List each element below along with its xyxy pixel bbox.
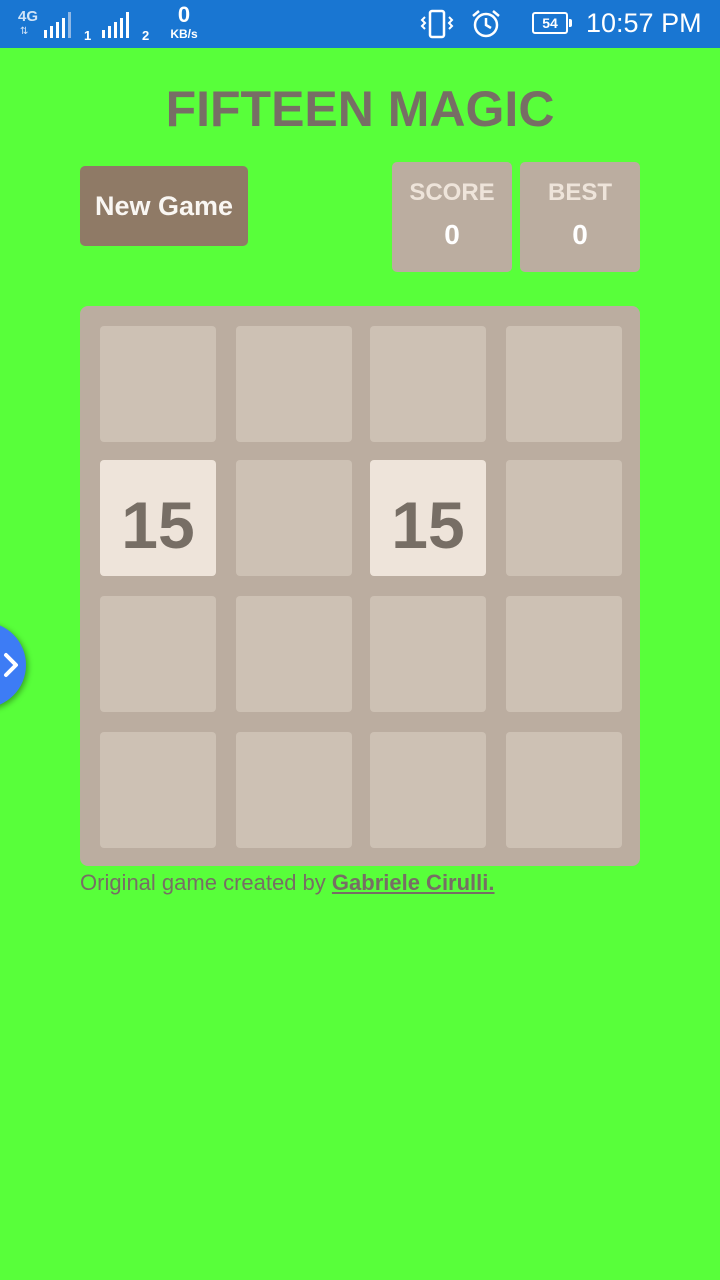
score-box: SCORE 0 (392, 162, 512, 272)
board-cell (506, 326, 622, 442)
author-link[interactable]: Gabriele Cirulli. (332, 870, 495, 895)
board-cell (370, 732, 486, 848)
best-label: BEST (547, 179, 612, 206)
board-cell (506, 460, 622, 576)
speed-unit: KB/s (170, 27, 198, 41)
tile-15: 15 (370, 460, 486, 576)
game-board[interactable]: 15 15 (80, 306, 640, 866)
new-game-button[interactable]: New Game (80, 166, 248, 246)
credit-prefix: Original game created by (80, 870, 332, 895)
best-value: 0 (572, 219, 588, 250)
network-speed: 0 KB/s (166, 2, 202, 41)
signal-strength-icon (102, 12, 129, 38)
status-bar: 4G ⇅ 1 2 0 KB/s 54 10:57 PM (0, 0, 720, 48)
credit-text: Original game created by Gabriele Cirull… (80, 870, 495, 896)
sim2-label: 2 (142, 28, 150, 43)
board-cell (370, 596, 486, 712)
board-cell (506, 596, 622, 712)
network-type: 4G (18, 8, 39, 25)
board-cell (506, 732, 622, 848)
side-panel-handle[interactable] (0, 622, 26, 708)
signal-strength-icon (44, 12, 71, 38)
chevron-right-icon (4, 653, 18, 677)
board-cell (100, 326, 216, 442)
alarm-icon (472, 10, 500, 38)
sim1-label: 1 (84, 28, 92, 43)
data-activity-icon: ⇅ (20, 26, 28, 37)
battery-icon: 54 (532, 12, 572, 34)
board-cell (100, 596, 216, 712)
board-cell (236, 732, 352, 848)
game-title: FIFTEEN MAGIC (165, 81, 555, 137)
board-cell (236, 460, 352, 576)
best-score-box: BEST 0 (520, 162, 640, 272)
vibrate-icon (420, 9, 454, 39)
score-label: SCORE (409, 179, 495, 206)
board-cell (236, 596, 352, 712)
clock: 10:57 PM (586, 8, 702, 38)
board-cell (100, 732, 216, 848)
board-cell (370, 326, 486, 442)
board-cell (236, 326, 352, 442)
tile-15: 15 (100, 460, 216, 576)
score-value: 0 (444, 219, 460, 250)
speed-value: 0 (177, 2, 191, 27)
